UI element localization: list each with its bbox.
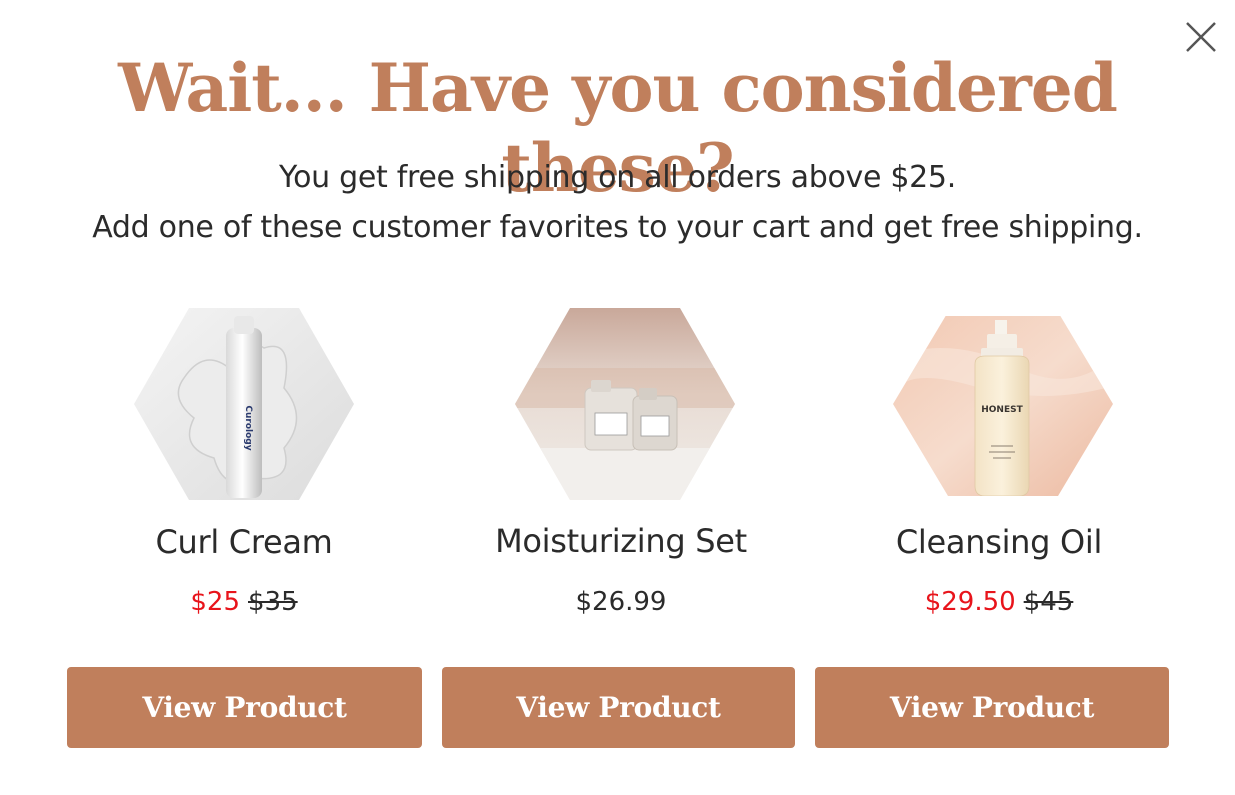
sale-price: $29.50 [924,587,1016,617]
product-image-cleansing-oil[interactable]: HONEST [893,312,1113,496]
original-price: $45 [1023,587,1074,617]
product-price: $25 $35 [54,585,434,619]
honest-logo-text: HONEST [981,405,1023,415]
product-price: $29.50 $45 [809,585,1189,619]
curology-logo-text: Curology [243,405,253,450]
product-name[interactable]: Cleansing Oil [809,521,1189,563]
product-image-moisturizing-set[interactable] [515,308,735,500]
product-name[interactable]: Moisturizing Set [431,520,811,562]
popup-subtitle-line2: Add one of these customer favorites to y… [92,210,1143,245]
original-price: $35 [248,587,298,617]
view-product-button[interactable]: View Product [815,667,1169,748]
regular-price: $26.99 [575,587,667,617]
product-name[interactable]: Curl Cream [54,521,434,563]
popup-subtitle-line1: You get free shipping on all orders abov… [279,160,956,195]
view-product-button[interactable]: View Product [67,667,422,748]
product-price: $26.99 [431,585,811,619]
view-product-button[interactable]: View Product [442,667,795,748]
sale-price: $25 [190,587,240,617]
product-image-curl-cream[interactable]: Curology [134,308,354,500]
